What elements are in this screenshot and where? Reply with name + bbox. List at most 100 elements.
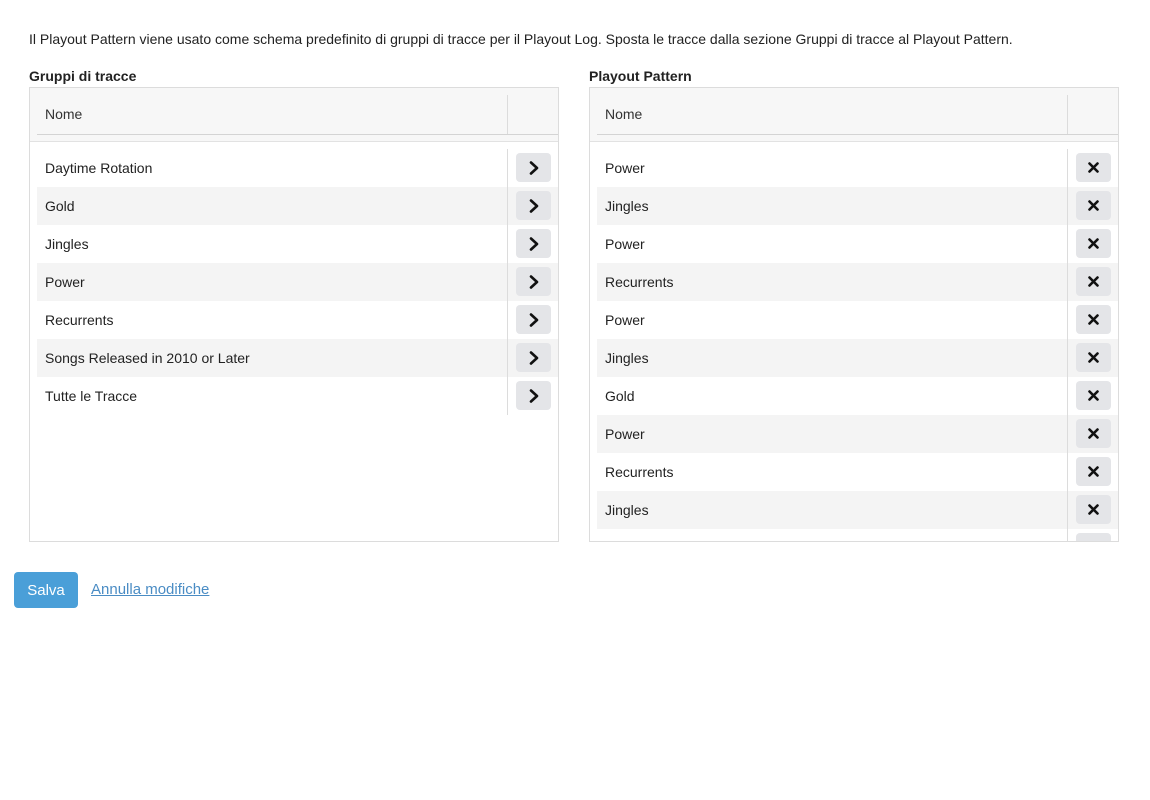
pattern-row[interactable]: Recurrents	[597, 263, 1118, 301]
row-label: Tutte le Tracce	[45, 388, 138, 404]
chevron-right-icon	[528, 198, 540, 213]
row-label: Recurrents	[605, 464, 674, 480]
intro-text: Il Playout Pattern viene usato come sche…	[29, 31, 1013, 47]
track-groups-list[interactable]: Daytime Rotation Gold Jingles Power Recurren…	[37, 149, 558, 541]
close-icon	[1088, 162, 1099, 173]
column-divider	[1067, 263, 1068, 301]
row-label: Gold	[45, 198, 75, 214]
add-to-pattern-button[interactable]	[516, 343, 551, 372]
row-label: Power	[45, 274, 85, 290]
playout-pattern-list[interactable]: Power Jingles Power Recurrents Power Jingles G…	[597, 149, 1118, 541]
pattern-row[interactable]: Power	[597, 149, 1118, 187]
add-to-pattern-button[interactable]	[516, 305, 551, 334]
column-divider	[1067, 415, 1068, 453]
column-divider	[1067, 95, 1068, 134]
column-divider	[507, 377, 508, 415]
row-label: Jingles	[605, 502, 649, 518]
remove-from-pattern-button[interactable]	[1076, 153, 1111, 182]
track-group-row[interactable]: Tutte le Tracce	[37, 377, 558, 415]
column-divider	[507, 187, 508, 225]
pattern-row[interactable]: Jingles	[597, 187, 1118, 225]
pattern-row[interactable]	[597, 529, 1118, 541]
row-label: Daytime Rotation	[45, 160, 153, 176]
add-to-pattern-button[interactable]	[516, 191, 551, 220]
remove-from-pattern-button[interactable]	[1076, 229, 1111, 258]
column-divider	[1067, 453, 1068, 491]
playout-pattern-table: Nome Power Jingles Power Recurrents Power Jin…	[589, 87, 1119, 542]
chevron-right-icon	[528, 388, 540, 403]
pattern-row[interactable]: Power	[597, 415, 1118, 453]
close-icon	[1088, 390, 1099, 401]
row-label: Songs Released in 2010 or Later	[45, 350, 250, 366]
add-to-pattern-button[interactable]	[516, 229, 551, 258]
row-label: Power	[605, 312, 645, 328]
column-divider	[1067, 301, 1068, 339]
column-divider	[507, 263, 508, 301]
remove-from-pattern-button[interactable]	[1076, 419, 1111, 448]
close-icon	[1088, 238, 1099, 249]
column-divider	[1067, 225, 1068, 263]
column-divider	[507, 339, 508, 377]
remove-from-pattern-button[interactable]	[1076, 267, 1111, 296]
close-icon	[1088, 352, 1099, 363]
remove-from-pattern-button[interactable]	[1076, 533, 1111, 541]
chevron-right-icon	[528, 160, 540, 175]
pattern-row[interactable]: Jingles	[597, 339, 1118, 377]
add-to-pattern-button[interactable]	[516, 381, 551, 410]
row-label: Recurrents	[45, 312, 114, 328]
track-groups-title: Gruppi di tracce	[29, 68, 137, 84]
add-to-pattern-button[interactable]	[516, 267, 551, 296]
remove-from-pattern-button[interactable]	[1076, 343, 1111, 372]
track-group-row[interactable]: Power	[37, 263, 558, 301]
add-to-pattern-button[interactable]	[516, 153, 551, 182]
column-divider	[507, 149, 508, 187]
chevron-right-icon	[528, 312, 540, 327]
column-divider	[1067, 529, 1068, 541]
pattern-row[interactable]: Gold	[597, 377, 1118, 415]
close-icon	[1088, 276, 1099, 287]
pattern-row[interactable]: Jingles	[597, 491, 1118, 529]
playout-pattern-title: Playout Pattern	[589, 68, 692, 84]
pattern-row[interactable]: Power	[597, 225, 1118, 263]
column-divider	[507, 301, 508, 339]
column-divider	[1067, 491, 1068, 529]
row-label: Jingles	[45, 236, 89, 252]
discard-changes-link[interactable]: Annulla modifiche	[91, 581, 209, 598]
close-icon	[1088, 466, 1099, 477]
playout-pattern-editor: Il Playout Pattern viene usato come sche…	[0, 0, 1150, 800]
track-group-row[interactable]: Jingles	[37, 225, 558, 263]
close-icon	[1088, 200, 1099, 211]
table-header: Nome	[590, 88, 1118, 142]
column-divider	[507, 95, 508, 134]
track-group-row[interactable]: Gold	[37, 187, 558, 225]
column-divider	[507, 225, 508, 263]
track-group-row[interactable]: Recurrents	[37, 301, 558, 339]
remove-from-pattern-button[interactable]	[1076, 495, 1111, 524]
remove-from-pattern-button[interactable]	[1076, 381, 1111, 410]
chevron-right-icon	[528, 236, 540, 251]
close-icon	[1088, 428, 1099, 439]
close-icon	[1088, 314, 1099, 325]
row-label: Power	[605, 426, 645, 442]
column-header-name[interactable]: Nome	[45, 106, 82, 122]
save-button[interactable]: Salva	[14, 572, 78, 608]
chevron-right-icon	[528, 350, 540, 365]
pattern-row[interactable]: Power	[597, 301, 1118, 339]
row-label: Recurrents	[605, 274, 674, 290]
column-divider	[1067, 187, 1068, 225]
track-groups-table: Nome Daytime Rotation Gold Jingles Power Rec…	[29, 87, 559, 542]
column-divider	[1067, 339, 1068, 377]
row-label: Gold	[605, 388, 635, 404]
remove-from-pattern-button[interactable]	[1076, 191, 1111, 220]
close-icon	[1088, 504, 1099, 515]
pattern-row[interactable]: Recurrents	[597, 453, 1118, 491]
column-divider	[1067, 149, 1068, 187]
row-label: Power	[605, 160, 645, 176]
row-label: Jingles	[605, 350, 649, 366]
track-group-row[interactable]: Daytime Rotation	[37, 149, 558, 187]
remove-from-pattern-button[interactable]	[1076, 305, 1111, 334]
column-header-name[interactable]: Nome	[605, 106, 642, 122]
track-group-row[interactable]: Songs Released in 2010 or Later	[37, 339, 558, 377]
chevron-right-icon	[528, 274, 540, 289]
remove-from-pattern-button[interactable]	[1076, 457, 1111, 486]
